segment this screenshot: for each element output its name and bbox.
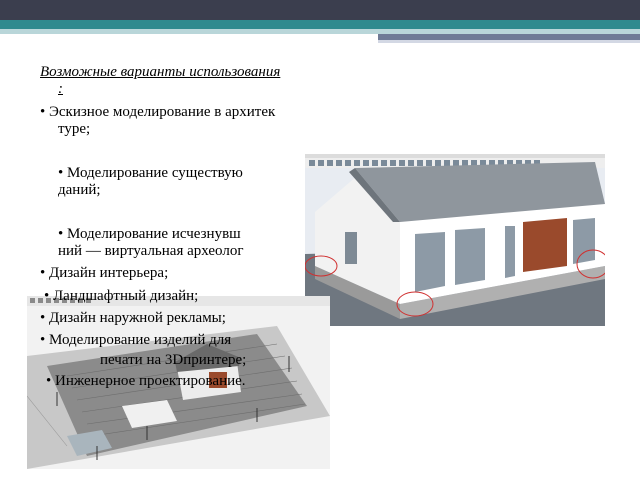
- slide-teal-band: [0, 20, 640, 29]
- bullet-architecture-cont: туре;: [58, 121, 91, 137]
- slide-slate-band-light: [378, 40, 640, 43]
- house-model-image: [305, 154, 605, 326]
- bullet-existing-buildings-cont: даний;: [58, 182, 101, 198]
- bullet-engineering: • Инженерное проектирование.: [46, 373, 246, 389]
- bullet-3d-printing: • Моделирование изделий для: [40, 332, 232, 348]
- bullet-architecture: • Эскизное моделирование в архитек: [40, 104, 276, 120]
- bullet-existing-buildings: • Моделирование существую: [58, 165, 243, 181]
- bullet-lost-buildings: • Моделирование исчезнувш: [58, 226, 241, 242]
- slide-top-bar: [0, 0, 640, 20]
- bullet-outdoor-advertising: • Дизайн наружной рекламы;: [40, 310, 226, 326]
- bullet-3d-printing-cont: печати на 3Dпринтере;: [100, 352, 247, 368]
- bullet-interior-design: • Дизайн интерьера;: [40, 265, 169, 281]
- slide-heading-colon: :: [58, 81, 63, 97]
- slide-heading: Возможные варианты использования: [40, 64, 281, 80]
- bullet-lost-buildings-cont: ний — виртуальная археолог: [58, 243, 244, 259]
- bullet-landscape-design: • Ландшафтный дизайн;: [44, 288, 199, 304]
